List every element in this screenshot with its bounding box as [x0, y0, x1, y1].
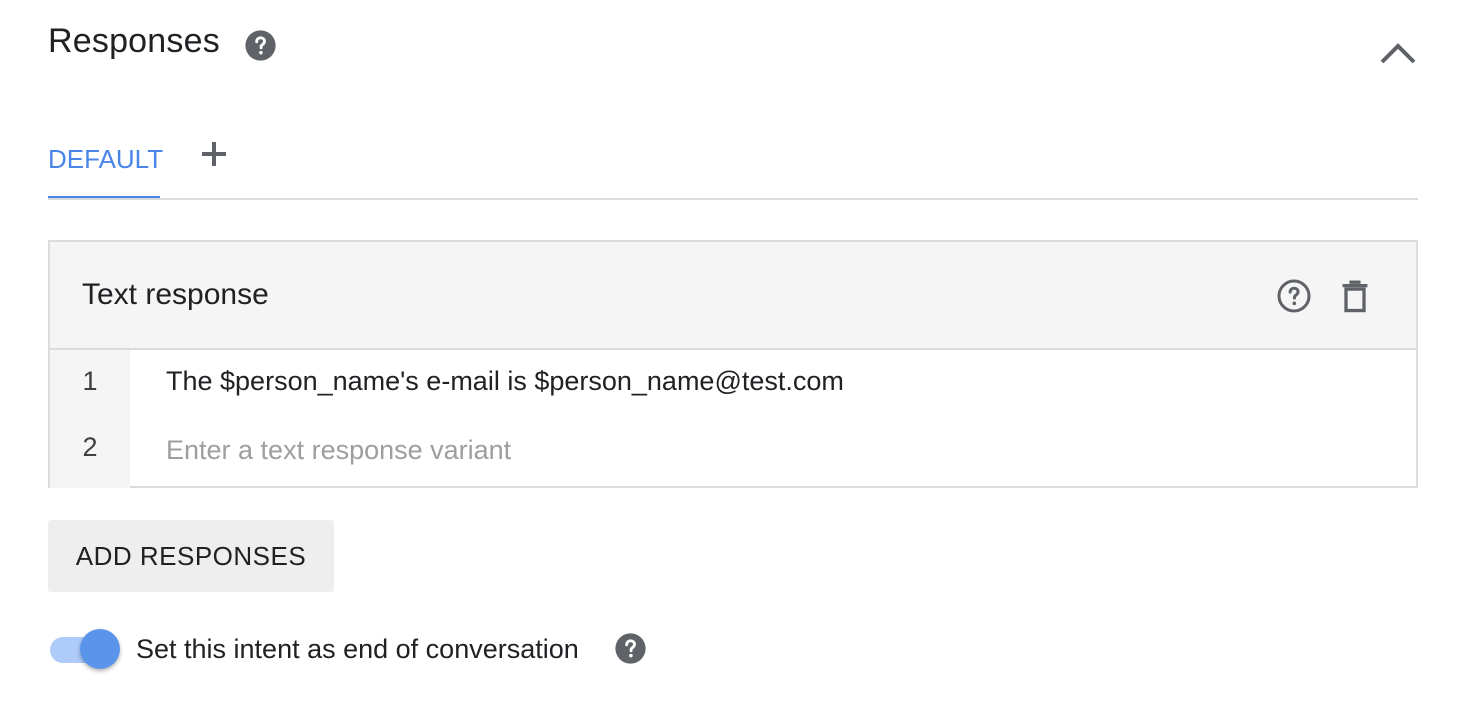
tab-default[interactable]: DEFAULT — [48, 144, 163, 175]
chevron-up-icon — [1379, 41, 1417, 70]
card-header: Text response — [50, 242, 1416, 350]
add-tab-button[interactable] — [196, 138, 232, 174]
section-title: Responses — [48, 22, 220, 60]
toggle-knob — [80, 629, 120, 669]
end-conversation-label: Set this intent as end of conversation — [136, 634, 579, 664]
card-title: Text response — [82, 278, 269, 311]
response-variant-text[interactable]: The $person_name's e-mail is $person_nam… — [166, 366, 844, 397]
row-number: 1 — [82, 366, 98, 396]
help-icon[interactable] — [614, 632, 647, 665]
trash-icon[interactable] — [1338, 278, 1372, 314]
plus-icon — [200, 140, 228, 173]
help-icon[interactable] — [244, 29, 277, 62]
row-number: 2 — [82, 432, 98, 462]
help-outline-icon[interactable] — [1276, 278, 1312, 314]
tabs-divider — [48, 198, 1418, 200]
response-variant-input[interactable] — [166, 430, 1366, 470]
collapse-button[interactable] — [1376, 36, 1420, 74]
text-response-card: Text response 1 The $person_name's e-mai… — [48, 240, 1418, 488]
end-conversation-toggle[interactable] — [48, 628, 122, 672]
responses-panel: Responses DEFAULT Text response 1 The $p… — [0, 0, 1466, 722]
add-responses-button[interactable]: ADD RESPONSES — [48, 520, 334, 592]
